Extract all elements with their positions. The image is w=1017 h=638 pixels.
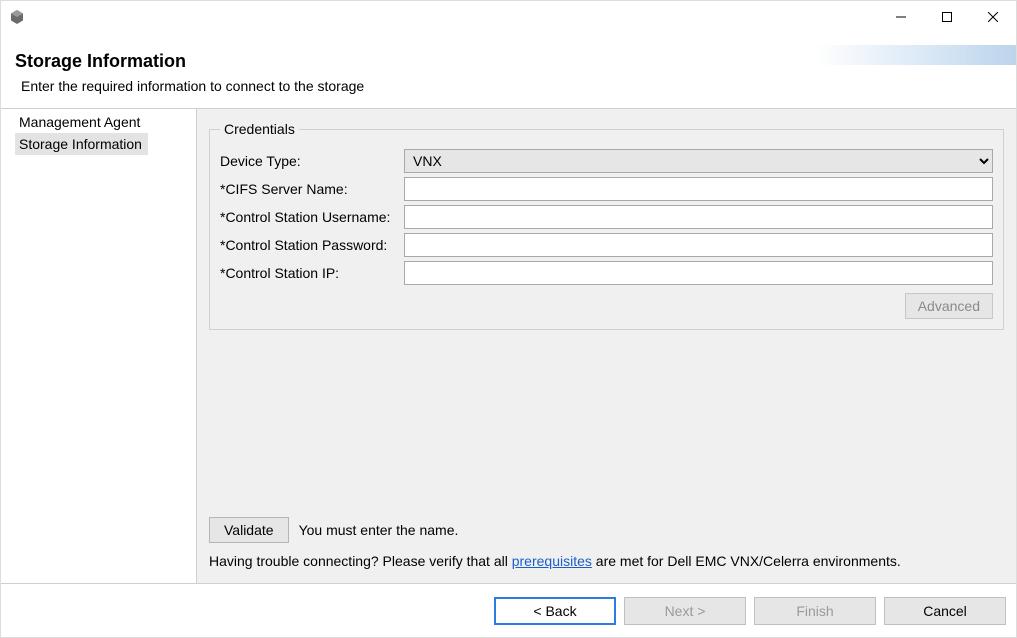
sidebar-item-management-agent[interactable]: Management Agent (1, 111, 196, 133)
credentials-group: Credentials Device Type: VNX *CIFS Serve… (209, 121, 1004, 330)
header: Storage Information Enter the required i… (1, 33, 1016, 108)
control-station-username-input[interactable] (404, 205, 993, 229)
cifs-server-name-label: *CIFS Server Name: (220, 181, 404, 197)
banner-stripe (816, 45, 1016, 65)
window: Storage Information Enter the required i… (0, 0, 1017, 638)
cifs-server-name-input[interactable] (404, 177, 993, 201)
device-type-label: Device Type: (220, 153, 404, 169)
back-button[interactable]: < Back (494, 597, 616, 625)
minimize-button[interactable] (878, 1, 924, 33)
app-icon (9, 9, 25, 25)
trouble-suffix: are met for Dell EMC VNX/Celerra environ… (592, 553, 901, 569)
control-station-password-input[interactable] (404, 233, 993, 257)
control-station-username-label: *Control Station Username: (220, 209, 404, 225)
close-button[interactable] (970, 1, 1016, 33)
control-station-password-label: *Control Station Password: (220, 237, 404, 253)
page-subtitle: Enter the required information to connec… (21, 78, 1002, 94)
wizard-footer: < Back Next > Finish Cancel (1, 583, 1016, 637)
titlebar (1, 1, 1016, 33)
sidebar: Management Agent Storage Information (1, 109, 197, 583)
control-station-ip-input[interactable] (404, 261, 993, 285)
credentials-legend: Credentials (220, 121, 299, 137)
finish-button[interactable]: Finish (754, 597, 876, 625)
cancel-button[interactable]: Cancel (884, 597, 1006, 625)
main: Credentials Device Type: VNX *CIFS Serve… (197, 109, 1016, 583)
maximize-button[interactable] (924, 1, 970, 33)
trouble-prefix: Having trouble connecting? Please verify… (209, 553, 512, 569)
validate-button[interactable]: Validate (209, 517, 289, 543)
next-button[interactable]: Next > (624, 597, 746, 625)
device-type-select[interactable]: VNX (404, 149, 993, 173)
sidebar-item-storage-information[interactable]: Storage Information (15, 133, 148, 155)
prerequisites-link[interactable]: prerequisites (512, 553, 592, 569)
trouble-text: Having trouble connecting? Please verify… (209, 553, 1004, 569)
body: Management Agent Storage Information Cre… (1, 108, 1016, 583)
validate-message: You must enter the name. (299, 522, 459, 538)
advanced-button[interactable]: Advanced (905, 293, 993, 319)
control-station-ip-label: *Control Station IP: (220, 265, 404, 281)
